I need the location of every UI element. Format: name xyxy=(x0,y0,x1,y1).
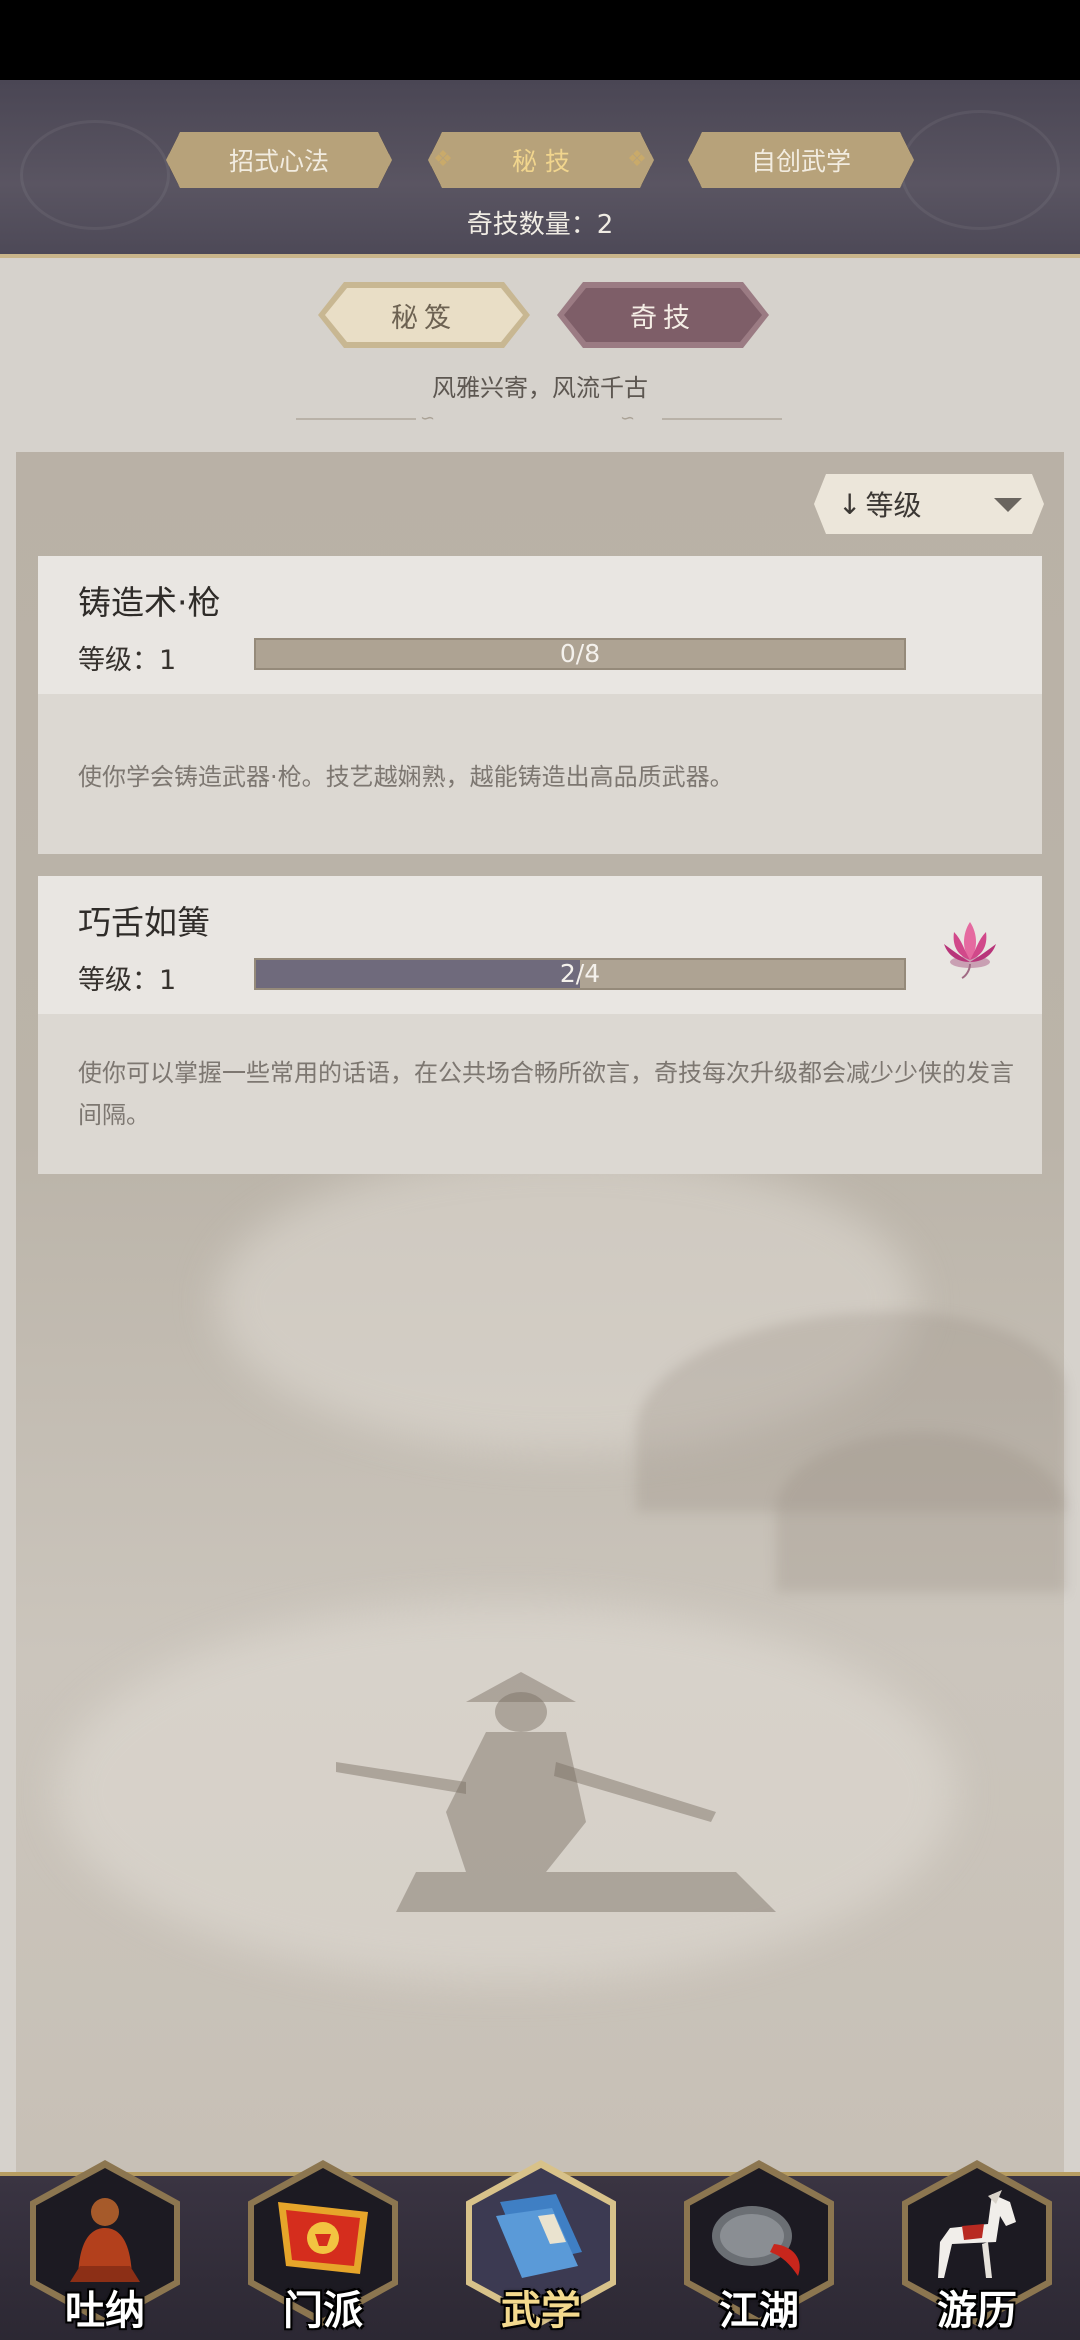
skill-name: 巧舌如簧 xyxy=(78,903,210,942)
divider-ornament-icon: ∽ xyxy=(620,408,636,429)
bamboo-hat-icon xyxy=(712,2206,800,2276)
meditating-monk-icon xyxy=(70,2198,140,2282)
tab-secret-skills-label: 秘 技 xyxy=(512,147,570,176)
skill-level: 等级：1 xyxy=(78,965,177,996)
fisherman-silhouette xyxy=(336,1672,776,1912)
nav-martial-arts[interactable]: 武学 xyxy=(466,2146,616,2340)
nav-label: 门派 xyxy=(283,2287,363,2334)
nav-label: 江湖 xyxy=(719,2287,799,2334)
tab-secret-skills[interactable]: 秘 技 xyxy=(428,132,654,188)
horse-icon xyxy=(938,2190,1016,2278)
status-bar xyxy=(0,0,1080,80)
skill-description: 使你可以掌握一些常用的话语，在公共场合畅所欲言，奇技每次升级都会减少少侠的发言间… xyxy=(78,1059,1014,1129)
lotus-icon xyxy=(944,922,996,979)
sort-arrow-icon: ↓ xyxy=(838,487,862,521)
subtab-manuals[interactable]: 秘笈 xyxy=(325,288,523,342)
skill-name: 铸造术·枪 xyxy=(78,583,221,622)
flower-ornament-icon: ❖ xyxy=(433,147,453,172)
nav-label: 武学 xyxy=(501,2287,581,2334)
nav-label: 吐纳 xyxy=(65,2287,145,2334)
top-tab-row: 招式心法 秘 技 ❖ ❖ 自创武学 xyxy=(0,132,1080,188)
chevron-down-icon xyxy=(994,498,1022,512)
skill-progress-bar: 0/8 xyxy=(254,638,906,670)
skill-card[interactable]: 巧舌如簧 等级：1 2/4 使你可以掌握一些常用的话语，在公共场合畅所欲言，奇技… xyxy=(38,876,1042,1174)
flower-ornament-icon: ❖ xyxy=(627,147,647,172)
sort-label: 等级 xyxy=(865,489,922,522)
nav-breathing[interactable]: 吐纳 xyxy=(30,2146,180,2340)
top-header: 招式心法 秘 技 ❖ ❖ 自创武学 奇技数量：2 xyxy=(0,80,1080,258)
skill-description: 使你学会铸造武器·枪。技艺越娴熟，越能铸造出高品质武器。 xyxy=(78,763,734,791)
tab-moves-methods[interactable]: 招式心法 xyxy=(166,132,392,188)
nav-travel[interactable]: 游历 xyxy=(902,2146,1052,2340)
skill-card-header: 铸造术·枪 等级：1 0/8 xyxy=(38,556,1042,694)
skill-count: 奇技数量：2 xyxy=(466,210,614,240)
skill-card[interactable]: 铸造术·枪 等级：1 0/8 使你学会铸造武器·枪。技艺越娴熟，越能铸造出高品质… xyxy=(38,556,1042,854)
nav-jianghu[interactable]: 江湖 xyxy=(684,2146,834,2340)
divider-ornament-icon: ∽ xyxy=(420,408,436,429)
subtitle: 风雅兴寄，风流千古 xyxy=(432,374,648,402)
nav-label: 游历 xyxy=(937,2287,1017,2334)
tab-self-created[interactable]: 自创武学 xyxy=(688,132,914,188)
sect-banner-icon xyxy=(278,2202,368,2274)
divider xyxy=(296,418,416,420)
skill-progress-bar: 2/4 xyxy=(254,958,906,990)
skill-progress-text: 2/4 xyxy=(559,959,601,988)
nav-sect[interactable]: 门派 xyxy=(248,2146,398,2340)
skill-card-header: 巧舌如簧 等级：1 2/4 xyxy=(38,876,1042,1014)
martial-book-icon xyxy=(496,2194,582,2278)
sort-dropdown[interactable]: ↓ 等级 xyxy=(814,474,1044,534)
divider xyxy=(662,418,782,420)
skill-progress-text: 0/8 xyxy=(559,639,601,668)
subtab-special-skills[interactable]: 奇技 xyxy=(564,288,762,342)
skill-level: 等级：1 xyxy=(78,645,177,676)
mountain-decoration xyxy=(776,1432,1066,1592)
